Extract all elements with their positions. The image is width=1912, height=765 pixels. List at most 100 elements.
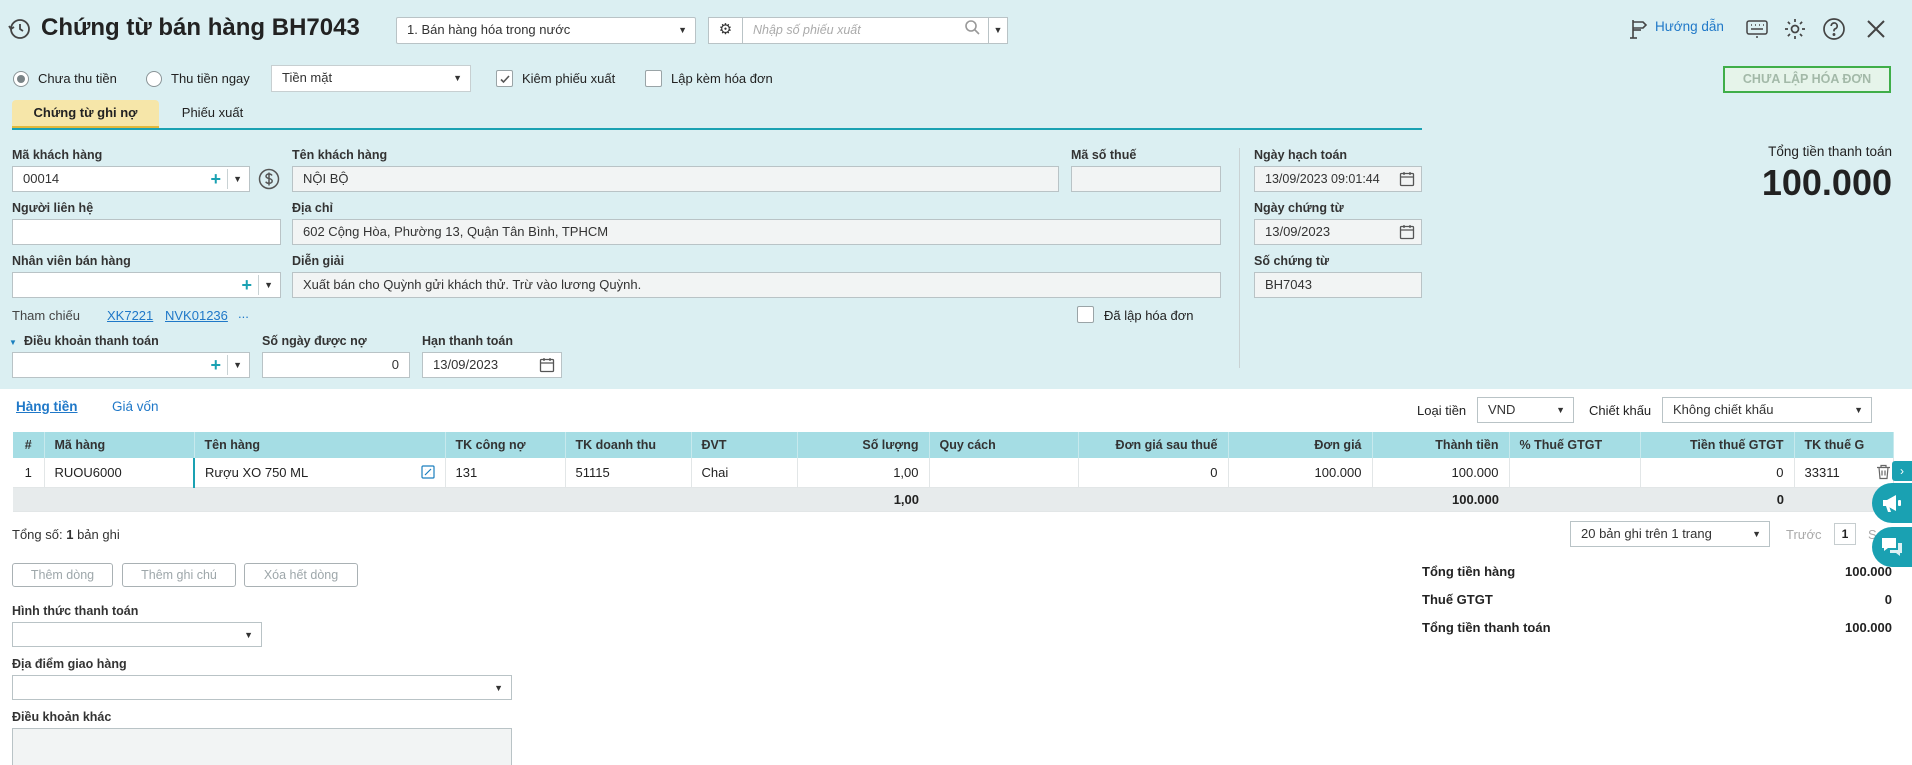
- cell-vat-account[interactable]: 33311: [1794, 458, 1894, 488]
- close-icon[interactable]: [1863, 16, 1889, 42]
- voucher-date-input[interactable]: 13/09/2023: [1254, 219, 1422, 245]
- cell-vat-rate[interactable]: [1509, 458, 1641, 488]
- add-icon[interactable]: +: [210, 353, 221, 377]
- other-terms-textarea[interactable]: [12, 728, 512, 765]
- cell-spec[interactable]: [929, 458, 1079, 488]
- calendar-icon[interactable]: [1399, 224, 1415, 244]
- paid-now-radio[interactable]: [146, 71, 162, 87]
- invoice-checkbox[interactable]: [645, 70, 662, 87]
- tax-code-input[interactable]: [1071, 166, 1221, 192]
- goods-total-value: 100.000: [1845, 564, 1892, 579]
- currency-label: Loại tiền: [1417, 403, 1467, 418]
- payment-form-select[interactable]: ▼: [12, 622, 262, 647]
- prev-page-button[interactable]: Trước: [1786, 527, 1822, 542]
- tab-goods[interactable]: Hàng tiền: [16, 399, 78, 414]
- unpaid-radio[interactable]: [13, 71, 29, 87]
- cell-quantity[interactable]: 1,00: [797, 458, 930, 488]
- add-icon[interactable]: +: [210, 167, 221, 191]
- col-vat-amount[interactable]: Tiền thuế GTGT: [1640, 432, 1795, 458]
- calendar-icon[interactable]: [539, 357, 555, 377]
- cell-vat-amount[interactable]: 0: [1640, 458, 1795, 488]
- reference-link-2[interactable]: NVK01236: [165, 308, 228, 323]
- add-icon[interactable]: +: [241, 273, 252, 297]
- customer-code-input[interactable]: 00014 + ▼: [12, 166, 250, 192]
- voucher-type-select[interactable]: 1. Bán hàng hóa trong nước ▼: [396, 17, 696, 44]
- keyboard-icon[interactable]: [1744, 16, 1770, 42]
- voucher-date-label: Ngày chứng từ: [1254, 201, 1344, 215]
- posting-date-input[interactable]: 13/09/2023 09:01:44: [1254, 166, 1422, 192]
- delivery-place-select[interactable]: ▼: [12, 675, 512, 700]
- tab-debit-voucher[interactable]: Chứng từ ghi nợ: [12, 100, 159, 128]
- customer-name-input[interactable]: NỘI BỘ: [292, 166, 1059, 192]
- payment-method-value: Tiền mặt: [282, 70, 333, 85]
- unpaid-label: Chưa thu tiền: [38, 71, 117, 86]
- current-page[interactable]: 1: [1834, 523, 1856, 545]
- chat-support-button[interactable]: [1872, 527, 1912, 567]
- col-unit[interactable]: ĐVT: [691, 432, 798, 458]
- currency-dollar-icon[interactable]: [256, 165, 282, 193]
- vat-total-value: 0: [1884, 592, 1892, 607]
- chevron-down-icon[interactable]: ▼: [233, 167, 242, 191]
- cell-ar-account[interactable]: 131: [445, 458, 566, 488]
- chevron-down-icon[interactable]: ▼: [233, 353, 242, 377]
- settings-gear-icon[interactable]: [1782, 16, 1808, 42]
- guide-icon[interactable]: [1626, 15, 1650, 43]
- reference-more-link[interactable]: ...: [238, 306, 249, 321]
- tab-cost[interactable]: Giá vốn: [112, 399, 159, 414]
- search-dropdown-button[interactable]: ▼: [988, 17, 1008, 44]
- reference-link-1[interactable]: XK7221: [107, 308, 153, 323]
- col-price-after-tax[interactable]: Đơn giá sau thuế: [1078, 432, 1229, 458]
- col-revenue-account[interactable]: TK doanh thu: [565, 432, 692, 458]
- cell-unit[interactable]: Chai: [691, 458, 798, 488]
- cell-price-after-tax[interactable]: 0: [1078, 458, 1229, 488]
- col-vat-account[interactable]: TK thuế G: [1794, 432, 1894, 458]
- col-item-code[interactable]: Mã hàng: [44, 432, 195, 458]
- export-slip-search-input[interactable]: Nhập số phiếu xuất: [742, 17, 989, 44]
- export-slip-checkbox[interactable]: [496, 70, 513, 87]
- address-input[interactable]: 602 Cộng Hòa, Phường 13, Quận Tân Bình, …: [292, 219, 1221, 245]
- payment-terms-input[interactable]: + ▼: [12, 352, 250, 378]
- announcement-button[interactable]: [1872, 483, 1912, 523]
- help-icon[interactable]: [1821, 16, 1847, 42]
- payment-method-select[interactable]: Tiền mặt ▼: [271, 65, 471, 92]
- add-row-button[interactable]: Thêm dòng: [12, 563, 113, 587]
- due-date-input[interactable]: 13/09/2023: [422, 352, 562, 378]
- trash-icon[interactable]: [1876, 464, 1891, 483]
- cell-unit-price[interactable]: 100.000: [1228, 458, 1373, 488]
- currency-select[interactable]: VND ▼: [1477, 397, 1574, 423]
- calendar-icon[interactable]: [1399, 171, 1415, 191]
- guide-link[interactable]: Hướng dẫn: [1655, 19, 1724, 34]
- col-unit-price[interactable]: Đơn giá: [1228, 432, 1373, 458]
- col-spec[interactable]: Quy cách: [929, 432, 1079, 458]
- cell-item-code[interactable]: RUOU6000: [44, 458, 195, 488]
- cell-revenue-account[interactable]: 51115: [565, 458, 692, 488]
- history-icon[interactable]: [6, 16, 32, 42]
- cell-amount[interactable]: 100.000: [1372, 458, 1510, 488]
- credit-days-input[interactable]: 0: [262, 352, 410, 378]
- due-date-value: 13/09/2023: [433, 357, 499, 372]
- search-placeholder: Nhập số phiếu xuất: [753, 23, 861, 37]
- col-vat-rate[interactable]: % Thuế GTGT: [1509, 432, 1641, 458]
- salesperson-input[interactable]: + ▼: [12, 272, 281, 298]
- col-amount[interactable]: Thành tiền: [1372, 432, 1510, 458]
- side-panel-toggle-button[interactable]: ›: [1892, 461, 1912, 481]
- search-settings-button[interactable]: ⚙: [708, 17, 743, 44]
- cell-item-name[interactable]: Rượu XO 750 ML: [193, 458, 446, 488]
- invoiced-checkbox[interactable]: [1077, 306, 1094, 323]
- voucher-no-input[interactable]: BH7043: [1254, 272, 1422, 298]
- col-quantity[interactable]: Số lượng: [797, 432, 930, 458]
- discount-select[interactable]: Không chiết khấu ▼: [1662, 397, 1872, 423]
- chevron-down-icon: ▼: [244, 630, 253, 640]
- add-note-button[interactable]: Thêm ghi chú: [122, 563, 236, 587]
- chevron-down-icon[interactable]: ▼: [264, 273, 273, 297]
- tab-export-slip[interactable]: Phiếu xuất: [160, 100, 265, 128]
- col-item-name[interactable]: Tên hàng: [194, 432, 446, 458]
- contact-input[interactable]: [12, 219, 281, 245]
- col-ar-account[interactable]: TK công nợ: [445, 432, 566, 458]
- page-size-select[interactable]: 20 bản ghi trên 1 trang ▼: [1570, 521, 1770, 547]
- description-input[interactable]: Xuất bán cho Quỳnh gửi khách thử. Trừ và…: [292, 272, 1221, 298]
- table-row[interactable]: 1 RUOU6000 Rượu XO 750 ML 131 51115 Chai…: [13, 458, 1894, 488]
- item-lookup-icon[interactable]: [420, 465, 435, 482]
- collapse-caret-icon[interactable]: ▼: [9, 338, 17, 347]
- delete-all-rows-button[interactable]: Xóa hết dòng: [244, 563, 358, 587]
